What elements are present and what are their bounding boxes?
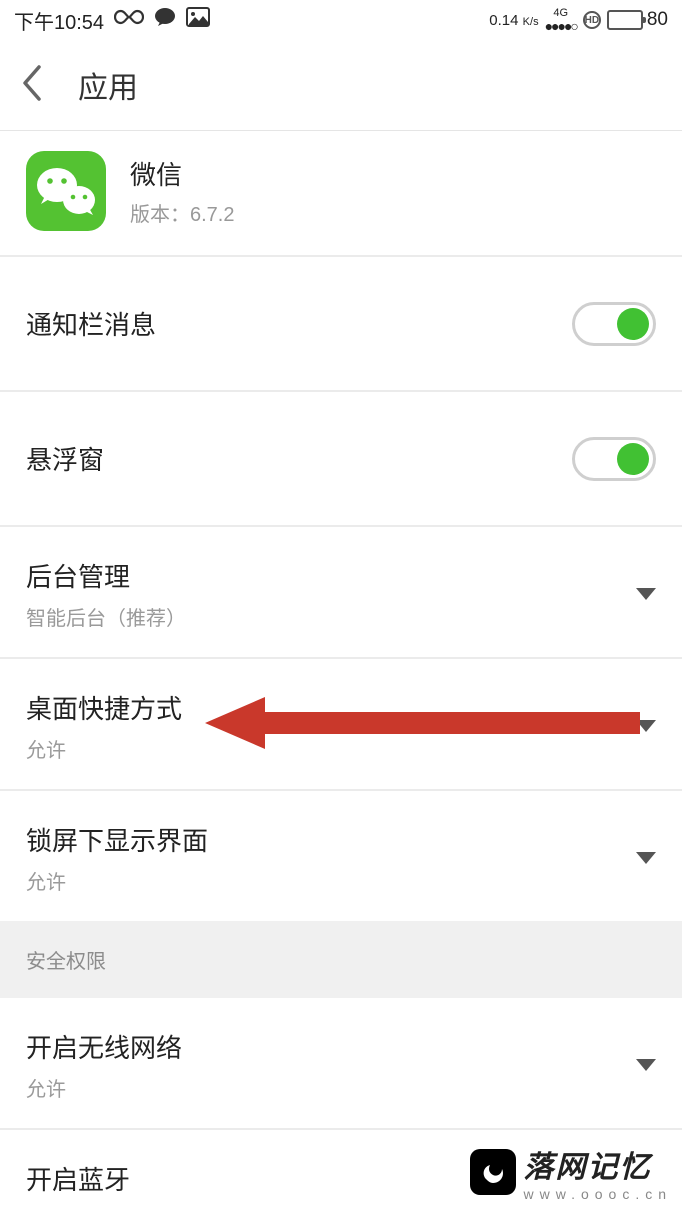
row-text: 锁屏下显示界面 允许 — [26, 821, 208, 895]
watermark-title: 落网记忆 — [524, 1142, 672, 1186]
row-title: 开启无线网络 — [26, 1028, 182, 1065]
chevron-down-icon — [636, 852, 656, 864]
row-title: 通知栏消息 — [26, 305, 156, 342]
app-version: 版本：6.7.2 — [130, 198, 234, 227]
wechat-icon — [26, 151, 106, 231]
chevron-down-icon — [636, 720, 656, 732]
toggle-switch[interactable] — [572, 302, 656, 346]
app-name: 微信 — [130, 155, 234, 192]
row-title: 锁屏下显示界面 — [26, 821, 208, 858]
row-title: 桌面快捷方式 — [26, 689, 182, 726]
row-title: 悬浮窗 — [26, 440, 104, 477]
row-background-management[interactable]: 后台管理 智能后台（推荐） — [0, 527, 682, 659]
row-subtitle: 允许 — [26, 1073, 182, 1102]
chevron-down-icon — [636, 588, 656, 600]
back-button[interactable] — [20, 64, 42, 107]
chevron-down-icon — [636, 1059, 656, 1071]
status-bar: 下午10:54 0.14 K/s 4G ●●●●○ HD 80 — [0, 0, 682, 40]
row-notification-bar[interactable]: 通知栏消息 — [0, 257, 682, 392]
toggle-switch[interactable] — [572, 437, 656, 481]
clock-text: 下午10:54 — [14, 6, 104, 35]
section-header-security: 安全权限 — [0, 921, 682, 998]
battery-indicator: 80 — [607, 9, 668, 31]
status-bar-left: 下午10:54 — [14, 6, 210, 35]
page-title: 应用 — [78, 63, 138, 107]
network-signal: 4G ●●●●○ — [545, 8, 577, 33]
row-text: 开启无线网络 允许 — [26, 1028, 182, 1102]
app-info: 微信 版本：6.7.2 — [130, 155, 234, 227]
row-enable-wifi[interactable]: 开启无线网络 允许 — [0, 998, 682, 1130]
row-floating-window[interactable]: 悬浮窗 — [0, 392, 682, 527]
watermark: 落网记忆 www.oooc.cn — [470, 1142, 672, 1202]
status-bar-right: 0.14 K/s 4G ●●●●○ HD 80 — [489, 8, 668, 33]
row-subtitle: 允许 — [26, 734, 182, 763]
row-text: 开启蓝牙 — [26, 1160, 130, 1197]
watermark-logo-icon — [470, 1149, 516, 1195]
hd-icon: HD — [583, 11, 601, 29]
row-subtitle: 智能后台（推荐） — [26, 602, 186, 631]
app-header: 微信 版本：6.7.2 — [0, 131, 682, 257]
chat-icon — [154, 7, 176, 33]
row-title: 开启蓝牙 — [26, 1160, 130, 1197]
row-text: 后台管理 智能后台（推荐） — [26, 557, 186, 631]
network-speed: 0.14 K/s — [489, 12, 538, 29]
infinity-icon — [114, 8, 144, 32]
row-desktop-shortcut[interactable]: 桌面快捷方式 允许 — [0, 659, 682, 791]
image-icon — [186, 7, 210, 33]
row-subtitle: 允许 — [26, 866, 208, 895]
watermark-url: www.oooc.cn — [524, 1186, 672, 1202]
row-title: 后台管理 — [26, 557, 186, 594]
nav-bar: 应用 — [0, 40, 682, 130]
row-text: 桌面快捷方式 允许 — [26, 689, 182, 763]
row-lockscreen-display[interactable]: 锁屏下显示界面 允许 — [0, 791, 682, 921]
